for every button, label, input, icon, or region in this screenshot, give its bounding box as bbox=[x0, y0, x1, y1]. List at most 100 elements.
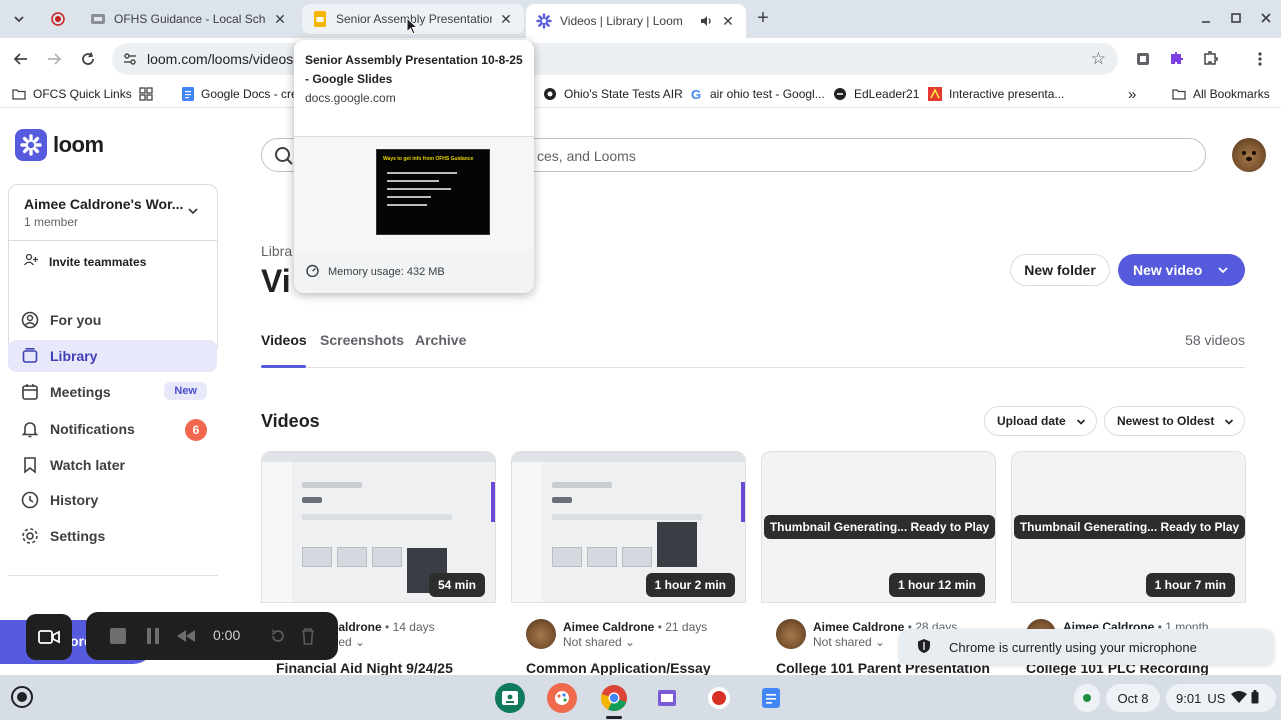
extension-purple-button[interactable] bbox=[1164, 47, 1188, 71]
speaker-icon[interactable] bbox=[698, 13, 714, 29]
forward-button[interactable] bbox=[42, 47, 66, 71]
shelf-app-recorder[interactable] bbox=[704, 683, 734, 713]
new-badge: New bbox=[164, 382, 207, 400]
sidebar-item-history[interactable]: History bbox=[8, 484, 217, 516]
sidebar-item-notifications[interactable]: Notifications 6 bbox=[8, 413, 217, 445]
tab-recording[interactable] bbox=[40, 4, 76, 34]
bookmark-all-bookmarks[interactable]: All Bookmarks bbox=[1172, 86, 1270, 102]
close-tab-icon[interactable]: ✕ bbox=[272, 11, 288, 27]
minimize-button[interactable] bbox=[1193, 6, 1219, 30]
tab-videos[interactable]: Videos bbox=[261, 332, 307, 348]
more-vertical-icon bbox=[1258, 52, 1262, 66]
restore-icon bbox=[1231, 13, 1241, 23]
recording-controls: 0:00 bbox=[86, 612, 338, 660]
sidebar-item-for-you[interactable]: For you bbox=[8, 304, 217, 336]
history-icon bbox=[20, 490, 40, 510]
url-text: loom.com/looms/videos bbox=[147, 51, 294, 67]
video-title[interactable]: Financial Aid Night 9/24/25 bbox=[276, 660, 453, 676]
video-title[interactable]: Common Application/Essay bbox=[526, 660, 711, 676]
sort-field-dropdown[interactable]: Upload date bbox=[984, 406, 1097, 436]
chevron-down-icon[interactable] bbox=[187, 205, 199, 220]
tray-date[interactable]: Oct 8 bbox=[1106, 684, 1160, 712]
shelf-app-docs[interactable] bbox=[756, 683, 786, 713]
restore-button[interactable] bbox=[1223, 6, 1249, 30]
author-avatar bbox=[526, 619, 556, 649]
extension-button[interactable] bbox=[1131, 47, 1155, 71]
shelf-app-canvas[interactable] bbox=[547, 683, 577, 713]
back-button[interactable] bbox=[9, 47, 33, 71]
sidebar-item-watch-later[interactable]: Watch later bbox=[8, 449, 217, 481]
bookmark-star-icon[interactable]: ☆ bbox=[1091, 49, 1106, 69]
bookmark-ofcs-quick-links[interactable]: OFCS Quick Links bbox=[12, 86, 132, 102]
reload-icon bbox=[82, 52, 94, 65]
avatar[interactable] bbox=[1232, 138, 1266, 172]
video-count: 58 videos bbox=[1185, 332, 1245, 348]
close-tab-icon[interactable]: ✕ bbox=[498, 11, 514, 27]
page-title: Vi bbox=[261, 263, 291, 299]
sidebar-item-library[interactable]: Library bbox=[8, 340, 217, 372]
shelf-app-classroom[interactable] bbox=[495, 683, 525, 713]
launcher-button[interactable] bbox=[11, 686, 33, 708]
video-thumbnail[interactable]: Thumbnail Generating... Ready to Play 1 … bbox=[761, 451, 996, 603]
folder-icon bbox=[12, 87, 26, 101]
close-tab-icon[interactable]: ✕ bbox=[720, 13, 736, 29]
extensions-menu-button[interactable] bbox=[1198, 47, 1222, 71]
active-app-indicator bbox=[606, 716, 622, 719]
rewind-button[interactable] bbox=[176, 626, 196, 646]
bookmark-apps-grid[interactable] bbox=[139, 86, 160, 102]
shelf-app-chrome[interactable] bbox=[599, 683, 629, 713]
bookmark-ohio-state-tests[interactable]: Ohio's State Tests AIR bbox=[543, 86, 683, 102]
invite-teammates-button[interactable]: Invite teammates bbox=[23, 253, 146, 270]
bookmark-air-ohio-test[interactable]: Gair ohio test - Googl... bbox=[689, 86, 825, 102]
new-video-button[interactable]: New video bbox=[1118, 254, 1245, 286]
loom-logo[interactable]: loom bbox=[15, 129, 104, 161]
site-info-icon[interactable] bbox=[122, 51, 138, 67]
notification-count-badge: 6 bbox=[185, 419, 207, 441]
bookmark-google-docs[interactable]: Google Docs - crea bbox=[182, 86, 294, 102]
tab-search-button[interactable] bbox=[6, 6, 32, 32]
new-tab-button[interactable]: + bbox=[752, 8, 774, 30]
sort-order-dropdown[interactable]: Newest to Oldest bbox=[1104, 406, 1245, 436]
tab-screenshots[interactable]: Screenshots bbox=[320, 332, 404, 348]
tab-loom-videos[interactable]: Videos | Library | Loom ✕ bbox=[526, 4, 746, 38]
share-status[interactable]: Not shared ⌄ bbox=[563, 635, 635, 649]
duration-badge: 54 min bbox=[428, 573, 485, 597]
tray-status-area[interactable]: 9:01 US bbox=[1166, 684, 1276, 712]
pause-button[interactable] bbox=[143, 626, 163, 646]
stop-recording-button[interactable] bbox=[108, 626, 128, 646]
sidebar-item-settings[interactable]: Settings bbox=[8, 520, 217, 552]
shelf-app-screenshot[interactable] bbox=[652, 683, 682, 713]
browser-menu-button[interactable] bbox=[1248, 47, 1272, 71]
tab-ofhs-guidance[interactable]: OFHS Guidance - Local Scholar ✕ bbox=[80, 4, 298, 34]
microphone-notification[interactable]: Chrome is currently using your microphon… bbox=[899, 629, 1274, 665]
reload-button[interactable] bbox=[76, 47, 100, 71]
tab-archive[interactable]: Archive bbox=[415, 332, 466, 348]
video-card[interactable]: 1 hour 2 min Aimee Caldrone • 21 days No… bbox=[511, 451, 746, 691]
sidebar: loom Aimee Caldrone's Wor... 1 member In… bbox=[0, 109, 226, 684]
shield-icon bbox=[917, 638, 931, 657]
more-bookmarks-button[interactable]: » bbox=[1128, 86, 1136, 103]
bookmark-interactive-presentations[interactable]: Interactive presenta... bbox=[928, 86, 1064, 102]
close-window-button[interactable] bbox=[1253, 6, 1279, 30]
hover-card-title: Senior Assembly Presentation 10-8-25 - G… bbox=[305, 53, 523, 86]
workspace-name: Aimee Caldrone's Wor... bbox=[24, 196, 184, 212]
share-status[interactable]: Not shared ⌄ bbox=[813, 635, 885, 649]
video-thumbnail[interactable]: Thumbnail Generating... Ready to Play 1 … bbox=[1011, 451, 1246, 603]
tray-status-dot[interactable] bbox=[1074, 684, 1100, 712]
sidebar-item-meetings[interactable]: Meetings New bbox=[8, 376, 217, 408]
bookmark-icon bbox=[20, 455, 40, 475]
new-folder-button[interactable]: New folder bbox=[1010, 254, 1110, 286]
delete-button[interactable] bbox=[298, 626, 318, 646]
section-title: Videos bbox=[261, 411, 320, 431]
bookmark-edleader21[interactable]: EdLeader21 bbox=[833, 86, 919, 102]
video-thumbnail[interactable]: 1 hour 2 min bbox=[511, 451, 746, 603]
restart-button[interactable] bbox=[268, 626, 288, 646]
close-icon bbox=[1261, 13, 1271, 23]
address-bar[interactable]: loom.com/looms/videos ☆ bbox=[112, 43, 1118, 75]
breadcrumb[interactable]: Libra bbox=[261, 243, 292, 259]
camera-toggle-button[interactable] bbox=[26, 614, 72, 660]
arrow-left-icon bbox=[13, 53, 27, 65]
screen-capture-icon bbox=[658, 690, 676, 706]
video-thumbnail[interactable]: 54 min bbox=[261, 451, 496, 603]
chevron-down-icon bbox=[1217, 263, 1229, 279]
